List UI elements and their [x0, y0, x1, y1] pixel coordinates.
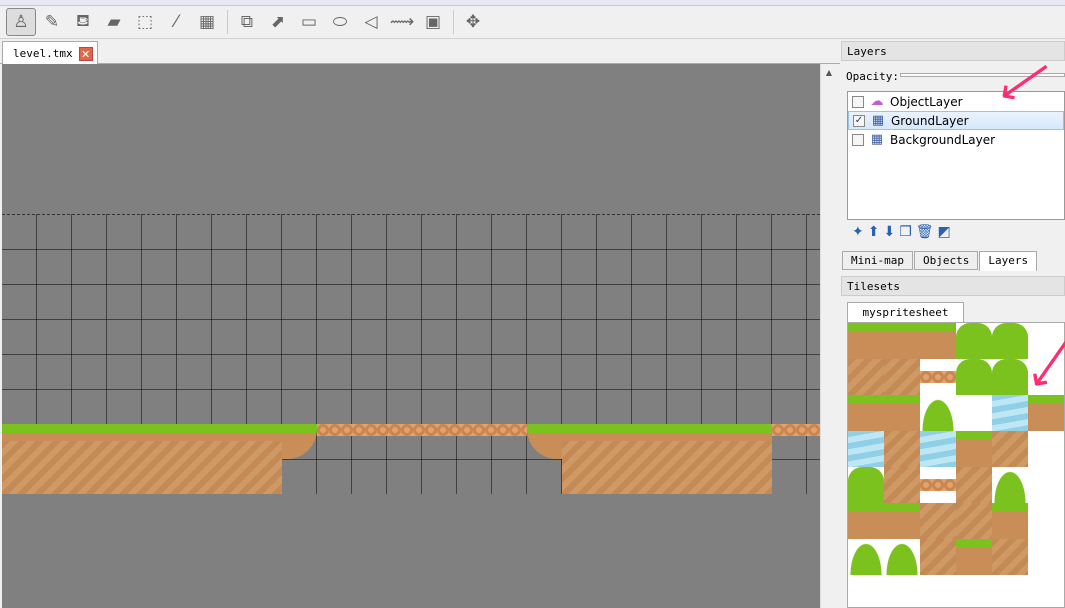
tab-layers[interactable]: Layers: [979, 251, 1038, 271]
layers-list: ☁ ObjectLayer ✓ ▦ GroundLayer ▦ BackgroundLaye…: [847, 91, 1065, 220]
tab-objects[interactable]: Objects: [913, 251, 979, 270]
tileset-tile[interactable]: [884, 431, 920, 467]
insert-rectangle-icon[interactable]: ▭: [294, 8, 324, 36]
insert-ellipse-icon[interactable]: ⬭: [325, 8, 355, 36]
tile-layer-icon: ▦: [871, 112, 885, 128]
stamp-brush-icon[interactable]: ♙: [6, 8, 36, 36]
tileset-tile[interactable]: [848, 539, 884, 575]
magic-wand-icon[interactable]: ⁄: [161, 8, 191, 36]
layer-name: BackgroundLayer: [890, 132, 996, 147]
visibility-checkbox[interactable]: [852, 95, 864, 108]
rectangle-select-icon[interactable]: ⬚: [130, 8, 160, 36]
tileset-tile[interactable]: [956, 503, 992, 539]
tileset-tile[interactable]: [884, 503, 920, 539]
duplicate-layer-icon[interactable]: ❐: [899, 224, 912, 240]
insert-tile-icon[interactable]: ▣: [418, 8, 448, 36]
tileset-tile[interactable]: [992, 323, 1028, 359]
tileset-tile[interactable]: [1028, 395, 1064, 431]
tileset-tile[interactable]: [956, 431, 992, 467]
tileset-tile[interactable]: [992, 539, 1028, 575]
move-up-icon[interactable]: ⬆: [868, 224, 880, 240]
tileset-tile[interactable]: [884, 467, 920, 503]
tileset-tile[interactable]: [884, 539, 920, 575]
layer-name: ObjectLayer: [890, 94, 963, 109]
tileset-tile[interactable]: [848, 395, 884, 431]
tileset-tile[interactable]: [920, 371, 956, 383]
ground-tiles-right: [562, 441, 772, 494]
tilesets-panel: Tilesets: [841, 276, 1065, 296]
toolbar-separator: [227, 10, 228, 34]
move-icon[interactable]: ✥: [458, 8, 488, 36]
tileset-tile[interactable]: [992, 467, 1028, 503]
select-same-tile-icon[interactable]: ▦: [192, 8, 222, 36]
bucket-fill-icon[interactable]: ⛾: [68, 8, 98, 36]
select-objects-icon[interactable]: ⧉: [232, 8, 262, 36]
tileset-tile[interactable]: [848, 323, 884, 359]
tileset-tile[interactable]: [992, 395, 1028, 431]
tileset-tile[interactable]: [920, 395, 956, 431]
delete-layer-icon[interactable]: 🗑: [916, 224, 934, 240]
tileset-tab[interactable]: myspritesheet: [847, 302, 964, 322]
insert-polygon-icon[interactable]: ◁: [356, 8, 386, 36]
tileset-tile[interactable]: [992, 431, 1028, 467]
vertical-scrollbar[interactable]: ▲: [820, 64, 837, 608]
bridge-tiles: [317, 424, 527, 436]
tileset-tile[interactable]: [848, 359, 884, 395]
tileset-tile[interactable]: [992, 503, 1028, 539]
layer-row[interactable]: ✓ ▦ GroundLayer: [848, 111, 1064, 130]
object-layer-icon: ☁: [870, 93, 884, 109]
layer-row[interactable]: ▦ BackgroundLayer: [848, 130, 1064, 149]
tileset-tile[interactable]: [884, 359, 920, 395]
map-canvas[interactable]: [2, 64, 820, 608]
tileset-tile[interactable]: [920, 539, 956, 575]
tile-layer-icon: ▦: [870, 131, 884, 147]
visibility-checkbox[interactable]: ✓: [853, 114, 865, 127]
tileset-tile[interactable]: [956, 467, 992, 503]
tileset-tile[interactable]: [884, 323, 920, 359]
tileset-tile[interactable]: [920, 479, 956, 491]
tileset-tile[interactable]: [920, 323, 956, 359]
opacity-label: Opacity:: [846, 70, 899, 83]
toolbar-separator: [453, 10, 454, 34]
tileset-tile[interactable]: [884, 395, 920, 431]
edit-polygons-icon[interactable]: ⬈: [263, 8, 293, 36]
tilesets-panel-title: Tilesets: [841, 276, 1065, 296]
terrain-brush-icon[interactable]: ✎: [37, 8, 67, 36]
move-down-icon[interactable]: ⬇: [883, 224, 895, 240]
tileset-tile[interactable]: [920, 503, 956, 539]
close-icon[interactable]: ✕: [78, 46, 93, 61]
tileset-tile[interactable]: [956, 539, 992, 575]
layer-properties-icon[interactable]: ◩: [938, 224, 951, 240]
eraser-icon[interactable]: ▰: [99, 8, 129, 36]
panel-tabs: Mini-map Objects Layers: [842, 251, 1038, 271]
tileset-tile[interactable]: [848, 467, 884, 503]
bridge-tiles-right: [772, 424, 820, 436]
tileset-tile[interactable]: [956, 323, 992, 359]
insert-polyline-icon[interactable]: ⟿: [387, 8, 417, 36]
tileset-tile[interactable]: [848, 431, 884, 467]
tileset-tile[interactable]: [956, 359, 992, 395]
tileset-tile[interactable]: [920, 431, 956, 467]
tab-mini-map[interactable]: Mini-map: [842, 251, 913, 270]
scroll-up-icon[interactable]: ▲: [821, 68, 837, 77]
layer-name: GroundLayer: [891, 113, 969, 128]
document-tab[interactable]: level.tmx ✕: [2, 41, 98, 65]
layer-buttons: ✦ ⬆ ⬇ ❐ 🗑 ◩: [852, 224, 951, 240]
tileset-tile[interactable]: [848, 503, 884, 539]
document-tab-label: level.tmx: [13, 47, 73, 60]
main-toolbar: ♙ ✎ ⛾ ▰ ⬚ ⁄ ▦ ⧉ ⬈ ▭ ⬭ ◁ ⟿ ▣ ✥: [0, 6, 1065, 39]
visibility-checkbox[interactable]: [852, 133, 864, 146]
new-layer-icon[interactable]: ✦: [852, 224, 864, 240]
ground-tiles-left: [2, 441, 282, 494]
document-tabbar: level.tmx ✕: [0, 40, 840, 65]
